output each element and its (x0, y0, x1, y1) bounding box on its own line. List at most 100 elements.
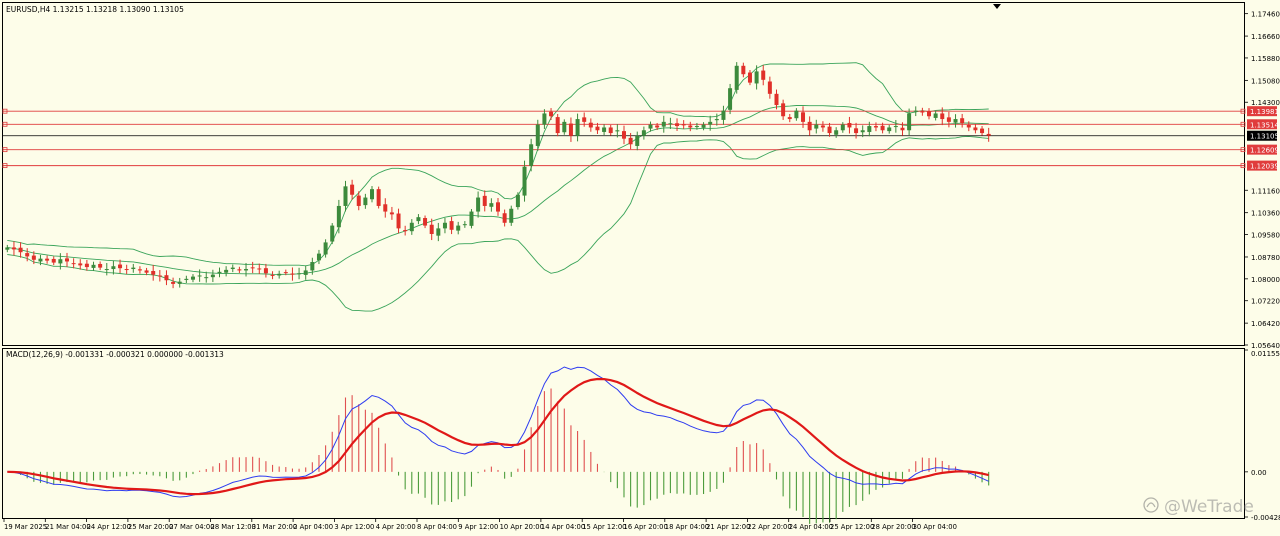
candle-body (164, 275, 169, 281)
candle-body (873, 126, 878, 128)
candle-body (64, 258, 69, 262)
candle-body (184, 278, 189, 280)
candle-body (171, 281, 176, 284)
candle-body (747, 72, 752, 83)
candle-body (376, 189, 381, 206)
candle-body (907, 113, 912, 131)
time-tick-label: 21 Apr 12:00 (706, 523, 750, 531)
candle-body (197, 275, 202, 277)
candle-body (137, 269, 142, 271)
candle-body (423, 218, 428, 226)
candle-body (210, 274, 215, 278)
watermark-text: @WeTrade (1164, 497, 1254, 517)
candle-body (621, 131, 626, 139)
candle-body (98, 263, 103, 268)
candle-body (18, 247, 23, 253)
price-tick-label: 1.17460 (1251, 11, 1280, 19)
time-tick-label: 2 Apr 04:00 (293, 523, 333, 531)
candle-body (383, 204, 388, 212)
candle-body (655, 125, 660, 128)
candle-body (403, 230, 408, 232)
candle-body (694, 126, 699, 128)
candle-body (482, 195, 487, 206)
time-tick-label: 19 Mar 2025 (4, 523, 47, 531)
candle-body (462, 224, 467, 226)
candle-body (277, 273, 282, 276)
candle-body (217, 271, 222, 273)
candle-body (144, 270, 149, 273)
candle-body (741, 65, 746, 75)
candle-body (25, 253, 30, 257)
price-tick-label: 1.11160 (1251, 187, 1280, 195)
candle-body (913, 110, 918, 112)
candle-body (310, 262, 315, 271)
price-tick-label: 1.15080 (1251, 77, 1280, 85)
candle-body (91, 264, 96, 268)
candle-body (336, 205, 341, 228)
candle-body (728, 88, 733, 110)
candle-body (641, 130, 646, 136)
candle-body (436, 228, 441, 236)
price-tick-label: 1.16660 (1251, 33, 1280, 41)
candle-body (834, 130, 839, 135)
candle-body (588, 122, 593, 128)
candle-body (244, 269, 249, 271)
candle-body (151, 270, 156, 275)
candle-body (807, 121, 812, 131)
candle-body (986, 133, 991, 136)
candle-body (469, 211, 474, 226)
candle-body (973, 127, 978, 131)
candle-body (940, 113, 945, 120)
candle-body (104, 269, 109, 271)
candle-body (535, 124, 540, 146)
candle-body (946, 117, 951, 122)
price-tick-label: 1.08780 (1251, 254, 1280, 262)
candle-body (118, 264, 123, 269)
candle-body (509, 208, 514, 223)
candle-body (297, 273, 302, 275)
candle-body (496, 202, 500, 212)
candle-body (370, 189, 375, 200)
level-price-label: 1.13981 (1250, 108, 1279, 116)
candle-body (966, 124, 971, 128)
candle-body (960, 118, 965, 124)
candle-body (927, 111, 932, 117)
time-tick-label: 8 Apr 04:00 (417, 523, 457, 531)
candle-body (343, 186, 348, 206)
candle-body (330, 225, 335, 242)
candle-body (582, 117, 587, 122)
price-tick-label: 1.08000 (1251, 276, 1280, 284)
candle-body (708, 121, 713, 125)
time-tick-label: 28 Mar 12:00 (211, 523, 256, 531)
macd-tick-label: 0.00 (1251, 469, 1267, 477)
candle-body (595, 126, 600, 131)
candle-body (429, 224, 434, 234)
time-tick-label: 9 Apr 12:00 (458, 523, 498, 531)
candle-body (628, 137, 633, 145)
candle-body (761, 70, 766, 80)
candle-body (648, 124, 653, 129)
candle-body (953, 119, 958, 123)
candle-body (323, 242, 328, 255)
candle-body (224, 269, 229, 273)
candle-body (867, 126, 872, 132)
candle-body (489, 203, 494, 207)
time-tick-label: 15 Apr 12:00 (582, 523, 626, 531)
candle-body (847, 122, 852, 128)
candle-body (442, 222, 447, 229)
candle-body (933, 113, 938, 118)
time-tick-label: 31 Mar 20:00 (252, 523, 297, 531)
candle-body (250, 267, 255, 269)
candle-body (316, 253, 321, 261)
candle-body (456, 225, 461, 231)
candle-body (363, 197, 368, 206)
candle-body (78, 263, 83, 266)
candle-body (263, 268, 268, 274)
candle-body (814, 124, 819, 129)
candle-body (920, 111, 925, 113)
candle-body (71, 263, 76, 265)
candle-body (668, 123, 673, 125)
time-tick-label: 4 Apr 20:00 (376, 523, 416, 531)
candle-body (5, 247, 10, 250)
price-tick-label: 1.07220 (1251, 298, 1280, 306)
